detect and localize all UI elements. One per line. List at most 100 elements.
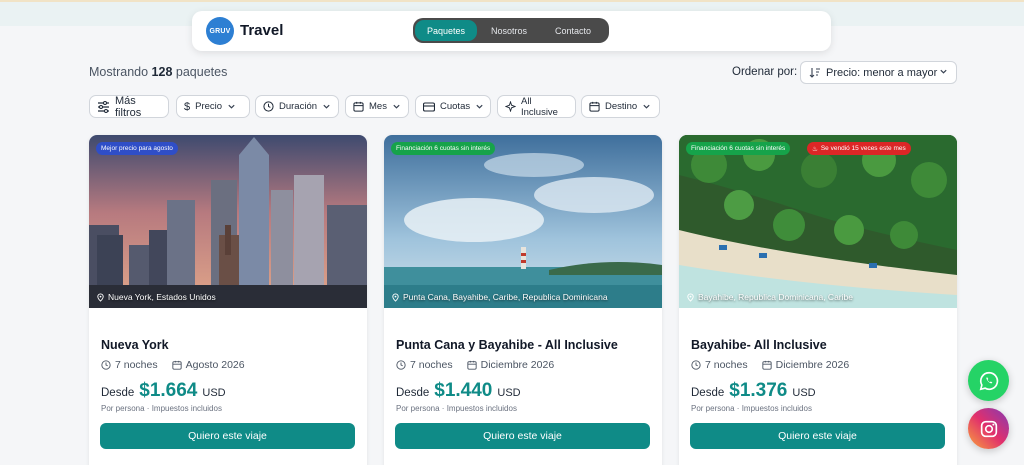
card-location: Punta Cana, Bayahibe, Caribe, Republica …: [391, 292, 608, 302]
chevron-down-icon: [940, 69, 947, 74]
card-currency: USD: [497, 387, 521, 399]
sort-select[interactable]: Precio: menor a mayor: [800, 61, 957, 84]
card-price-note: Por persona · Impuestos incluidos: [396, 404, 517, 413]
card-meta: 7 noches Agosto 2026: [101, 359, 245, 371]
card-location: Bayahibe, Republica Dominicana, Caribe: [686, 292, 853, 302]
card-meta: 7 noches Diciembre 2026: [691, 359, 849, 371]
filter-price-label: Precio: [195, 101, 223, 112]
card-price-row: Desde $1.440 USD: [396, 380, 521, 402]
whatsapp-button[interactable]: [968, 360, 1009, 401]
filter-destination-label: Destino: [605, 101, 638, 112]
card-nights: 7 noches: [705, 359, 748, 371]
clock-icon: [396, 360, 406, 370]
card-image[interactable]: Financiación 6 cuotas sin interés Punta …: [384, 135, 662, 308]
card-image[interactable]: Financiación 6 cuotas sin interés ♨ Se v…: [679, 135, 957, 308]
instagram-button[interactable]: [968, 408, 1009, 449]
nav-contacto[interactable]: Contacto: [541, 20, 605, 41]
nav-nosotros[interactable]: Nosotros: [477, 20, 541, 41]
card-badge: Mejor precio para agosto: [96, 142, 178, 155]
card-title[interactable]: Bayahibe- All Inclusive: [691, 338, 827, 352]
card-price-note: Por persona · Impuestos incluidos: [101, 404, 222, 413]
card-price-row: Desde $1.664 USD: [101, 380, 226, 402]
card-title[interactable]: Punta Cana y Bayahibe - All Inclusive: [396, 338, 618, 352]
brand-name[interactable]: Travel: [240, 22, 283, 39]
filter-duration-label: Duración: [279, 101, 318, 112]
card-cta-button[interactable]: Quiero este viaje: [395, 423, 650, 449]
card-price-note: Por persona · Impuestos incluidos: [691, 404, 812, 413]
chevron-down-icon: [393, 104, 400, 109]
package-card[interactable]: Financiación 6 cuotas sin interés Punta …: [384, 135, 662, 465]
card-date: Diciembre 2026: [775, 359, 850, 371]
card-date: Diciembre 2026: [480, 359, 555, 371]
nav-paquetes[interactable]: Paquetes: [415, 20, 477, 41]
calendar-icon: [467, 360, 477, 370]
card-cta-button[interactable]: Quiero este viaje: [690, 423, 945, 449]
sort-label: Ordenar por:: [732, 66, 798, 78]
clock-icon: [691, 360, 701, 370]
whatsapp-icon: [979, 371, 998, 390]
card-badge: Financiación 6 cuotas sin interés: [391, 142, 496, 155]
card-nights: 7 noches: [410, 359, 453, 371]
aerial-beach-image: [679, 135, 957, 308]
calendar-icon: [589, 101, 600, 112]
pin-icon: [687, 293, 694, 302]
filter-installments-label: Cuotas: [440, 101, 471, 112]
card-title[interactable]: Nueva York: [101, 338, 169, 352]
sort-value: Precio: menor a mayor: [826, 66, 938, 79]
chevron-down-icon: [228, 104, 235, 109]
filter-month[interactable]: Mes: [345, 95, 409, 118]
chevron-down-icon: [323, 104, 330, 109]
filter-installments[interactable]: Cuotas: [415, 95, 491, 118]
card-currency: USD: [792, 387, 816, 399]
card-icon: [423, 101, 435, 112]
card-currency: USD: [202, 387, 226, 399]
card-location-text: Punta Cana, Bayahibe, Caribe, Republica …: [403, 292, 608, 302]
filter-destination[interactable]: Destino: [581, 95, 660, 118]
card-price: $1.664: [139, 380, 198, 401]
dollar-icon: $: [184, 100, 191, 113]
results-suffix: paquetes: [175, 65, 228, 79]
card-badge-hot-text: Se vendió 15 veces este mes: [820, 145, 906, 152]
clock-icon: [263, 101, 274, 112]
filter-month-label: Mes: [369, 101, 387, 112]
site-header: GRUV Travel Paquetes Nosotros Contacto: [192, 11, 831, 51]
filter-duration[interactable]: Duración: [255, 95, 339, 118]
results-count: Mostrando 128 paquetes: [89, 65, 227, 79]
card-nights: 7 noches: [115, 359, 158, 371]
pin-icon: [392, 293, 399, 302]
calendar-icon: [172, 360, 182, 370]
chevron-down-icon: [476, 104, 483, 109]
card-location-text: Bayahibe, Republica Dominicana, Caribe: [698, 292, 853, 302]
card-desde: Desde: [691, 387, 725, 399]
sparkle-icon: [505, 101, 516, 112]
chevron-down-icon: [643, 104, 650, 109]
clock-icon: [101, 360, 111, 370]
results-prefix: Mostrando: [89, 65, 149, 79]
filter-all-inclusive-label: All Inclusive: [521, 95, 558, 118]
instagram-icon: [980, 420, 997, 437]
card-desde: Desde: [101, 387, 135, 399]
pin-icon: [97, 293, 104, 302]
card-location: Nueva York, Estados Unidos: [96, 292, 216, 302]
fire-icon: ♨: [812, 145, 818, 153]
filter-price[interactable]: $ Precio: [176, 95, 250, 118]
card-desde: Desde: [396, 387, 430, 399]
filter-all-inclusive[interactable]: All Inclusive: [497, 95, 576, 118]
card-price: $1.376: [729, 380, 788, 401]
filter-more[interactable]: Más filtros: [89, 95, 169, 119]
card-price-row: Desde $1.376 USD: [691, 380, 816, 402]
sliders-icon: [98, 100, 109, 113]
main-nav: Paquetes Nosotros Contacto: [413, 18, 609, 43]
package-card[interactable]: Mejor precio para agosto Nueva York, Est…: [89, 135, 367, 465]
card-price: $1.440: [434, 380, 493, 401]
card-cta-button[interactable]: Quiero este viaje: [100, 423, 355, 449]
card-location-text: Nueva York, Estados Unidos: [108, 292, 216, 302]
city-skyline-image: [89, 135, 367, 308]
card-badge: Financiación 6 cuotas sin interés: [686, 142, 791, 155]
card-badge-hot: ♨ Se vendió 15 veces este mes: [807, 142, 911, 155]
card-image[interactable]: Mejor precio para agosto Nueva York, Est…: [89, 135, 367, 308]
card-meta: 7 noches Diciembre 2026: [396, 359, 554, 371]
package-card[interactable]: Financiación 6 cuotas sin interés ♨ Se v…: [679, 135, 957, 465]
brand-logo[interactable]: GRUV: [206, 17, 234, 45]
beach-lighthouse-image: [384, 135, 662, 308]
